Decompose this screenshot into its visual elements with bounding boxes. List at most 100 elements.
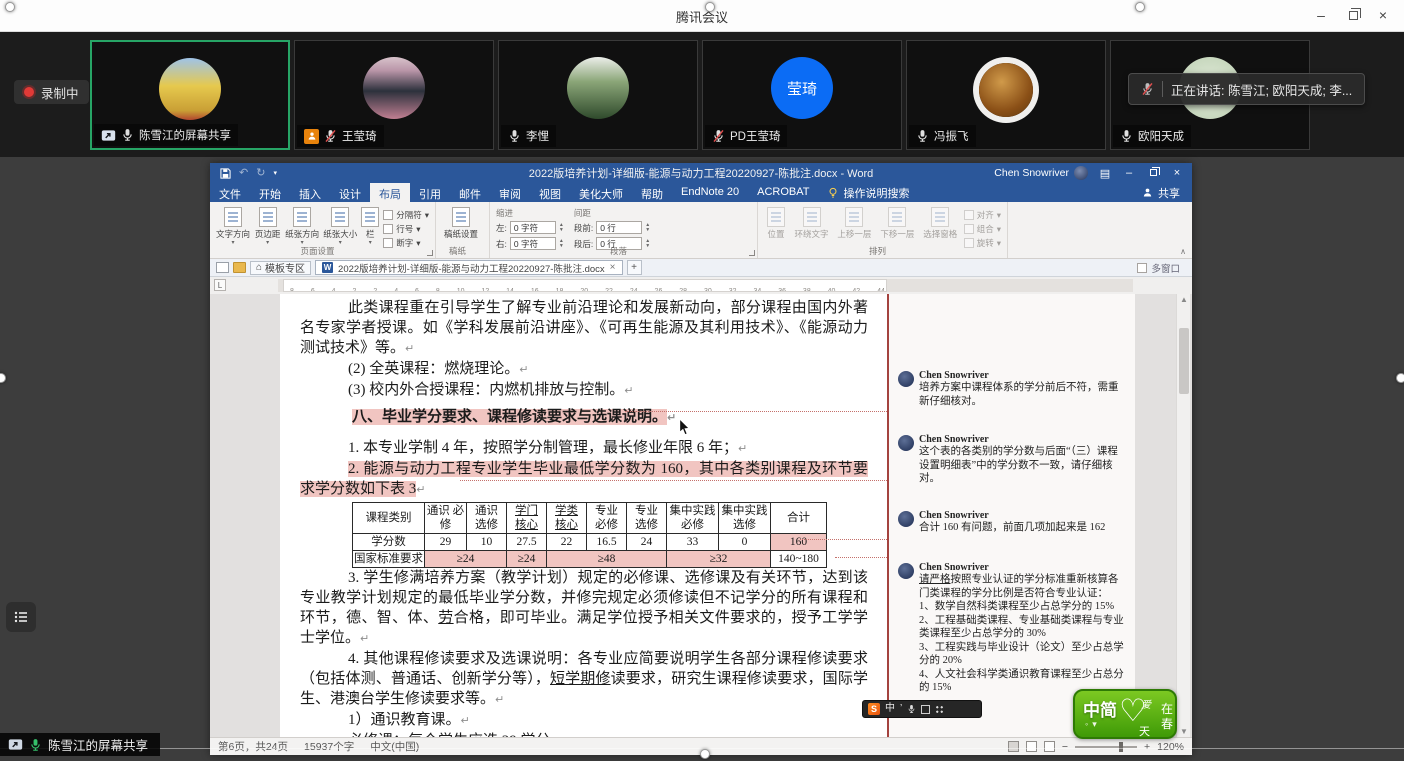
tab-beautify[interactable]: 美化大师 xyxy=(570,183,632,202)
watermark-char: 爱 xyxy=(1141,696,1151,711)
wrap-text-button[interactable]: 环绕文字 xyxy=(792,205,831,246)
tab-help[interactable]: 帮助 xyxy=(632,183,672,202)
dialog-launcher-icon[interactable] xyxy=(427,250,433,256)
group-button[interactable]: 组合▾ xyxy=(964,223,1001,235)
collapse-ribbon-icon[interactable]: ∧ xyxy=(1180,247,1186,256)
participant-tile[interactable]: 冯振飞 xyxy=(906,40,1106,150)
send-backward-button[interactable]: 下移一层 xyxy=(878,205,917,246)
comment[interactable]: Chen Snowriver 培养方案中课程体系的学分前后不符，需重新仔细核对。 xyxy=(898,370,1124,408)
ime-menu-icon[interactable] xyxy=(935,705,944,714)
ime-toolbar[interactable]: S 中 ’ xyxy=(862,700,982,718)
web-layout-icon[interactable] xyxy=(1044,741,1055,752)
tab-selector[interactable]: L xyxy=(214,279,226,291)
new-document-icon[interactable] xyxy=(216,262,229,273)
multi-window-toggle[interactable]: 多窗口 xyxy=(1137,261,1186,275)
line-numbers-button[interactable]: 行号▾ xyxy=(383,223,429,235)
participant-tile-screen-share[interactable]: 陈雪江的屏幕共享 xyxy=(90,40,290,150)
close-button[interactable]: × xyxy=(1374,8,1392,24)
paper-size-button[interactable]: 纸张大小▾ xyxy=(323,205,357,246)
redo-icon[interactable]: ↻ xyxy=(256,168,265,179)
word-close-button[interactable]: × xyxy=(1170,167,1184,179)
undo-icon[interactable]: ↶ xyxy=(239,168,248,179)
ribbon-display-options-icon[interactable]: ▤ xyxy=(1098,167,1112,180)
zoom-in-icon[interactable]: + xyxy=(1144,741,1150,753)
tab-acrobat[interactable]: ACROBAT xyxy=(748,183,818,202)
ruler-page-area[interactable]: 8 6 4 2 2 4 6 8 10 12 14 16 18 20 22 24 … xyxy=(283,279,887,292)
tab-design[interactable]: 设计 xyxy=(330,183,370,202)
tab-mailings[interactable]: 邮件 xyxy=(450,183,490,202)
spinner-icon[interactable]: ▲▼ xyxy=(559,223,564,232)
spacing-before-input[interactable]: 0 行 xyxy=(596,221,642,234)
comment[interactable]: Chen Snowriver 请严格按照专业认证的学分标准重新核算各门类课程的学… xyxy=(898,562,1124,695)
minimize-button[interactable]: – xyxy=(1312,8,1330,24)
region-handle[interactable] xyxy=(700,749,710,759)
page-indicator[interactable]: 第6页，共24页 xyxy=(218,739,288,754)
save-icon[interactable] xyxy=(220,168,231,179)
participant-tile[interactable]: 王莹琦 xyxy=(294,40,494,150)
new-tab-button[interactable]: + xyxy=(627,260,642,275)
scrollbar-thumb[interactable] xyxy=(1179,328,1189,394)
region-handle[interactable] xyxy=(1396,373,1404,383)
sogou-logo-icon[interactable]: S xyxy=(868,703,880,715)
ime-mic-icon[interactable] xyxy=(907,704,916,714)
ime-punctuation[interactable]: ’ xyxy=(900,704,902,714)
word-restore-button[interactable] xyxy=(1146,167,1160,179)
meeting-panel-button[interactable] xyxy=(6,602,36,632)
orientation-button[interactable]: 纸张方向▾ xyxy=(285,205,319,246)
comment[interactable]: Chen Snowriver 这个表的各类别的学分数与后面“（三）课程设置明细表… xyxy=(898,434,1124,486)
restore-button[interactable] xyxy=(1344,8,1362,24)
print-layout-icon[interactable] xyxy=(1026,741,1037,752)
tab-layout[interactable]: 布局 xyxy=(370,183,410,202)
vertical-scrollbar[interactable]: ▲ ▼ xyxy=(1176,294,1190,737)
tab-file[interactable]: 文件 xyxy=(210,183,250,202)
columns-button[interactable]: 栏▾ xyxy=(361,205,379,246)
qat-customize-icon[interactable]: ▾ xyxy=(273,168,277,179)
word-count[interactable]: 15937个字 xyxy=(304,739,354,754)
cell-total-highlighted: 160 xyxy=(771,534,827,551)
scroll-up-icon[interactable]: ▲ xyxy=(1177,295,1191,304)
ime-window-icon[interactable] xyxy=(921,705,930,714)
comment[interactable]: Chen Snowriver 合计 160 有问题，前面几项加起来是 162 xyxy=(898,510,1124,535)
tab-review[interactable]: 审阅 xyxy=(490,183,530,202)
account[interactable]: Chen Snowriver xyxy=(994,166,1088,180)
template-zone-button[interactable]: ⌂模板专区 xyxy=(250,261,311,275)
indent-left-input[interactable]: 0 字符 xyxy=(510,221,556,234)
word-minimize-button[interactable]: – xyxy=(1122,167,1136,179)
margins-button[interactable]: 页边距▾ xyxy=(254,205,281,246)
scroll-down-icon[interactable]: ▼ xyxy=(1177,727,1191,736)
zoom-out-icon[interactable]: − xyxy=(1062,741,1068,753)
dialog-launcher-icon[interactable] xyxy=(749,250,755,256)
document-page[interactable]: 此类课程重在引导学生了解专业前沿理论和发展新动向，部分课程由国内外著名专家学者授… xyxy=(280,294,888,737)
language-indicator[interactable]: 中文(中国) xyxy=(370,739,419,754)
region-handle[interactable] xyxy=(705,2,715,12)
read-mode-icon[interactable] xyxy=(1008,741,1019,752)
grid-paper-button[interactable]: 稿纸设置 xyxy=(442,205,480,246)
region-handle[interactable] xyxy=(1135,2,1145,12)
position-button[interactable]: 位置 xyxy=(764,205,788,246)
participant-tile[interactable]: 李悝 xyxy=(498,40,698,150)
text-direction-button[interactable]: 文字方向▾ xyxy=(216,205,250,246)
comment-connector xyxy=(625,411,887,412)
document-tab[interactable]: W 2022版培养计划-详细版-能源与动力工程20220927-陈批注.docx… xyxy=(315,260,622,275)
align-button[interactable]: 对齐▾ xyxy=(964,209,1001,221)
spinner-icon[interactable]: ▲▼ xyxy=(645,223,650,232)
bring-forward-button[interactable]: 上移一层 xyxy=(835,205,874,246)
zoom-level[interactable]: 120% xyxy=(1157,741,1184,753)
share-button[interactable]: 共享 xyxy=(1130,183,1192,202)
tab-references[interactable]: 引用 xyxy=(410,183,450,202)
comment-list-item: 2、工程基础类课程、专业基础类课程与专业类课程至少占总学分的 30% xyxy=(919,614,1124,641)
participant-tile[interactable]: 莹琦 PD王莹琦 xyxy=(702,40,902,150)
open-folder-icon[interactable] xyxy=(233,262,246,273)
tab-view[interactable]: 视图 xyxy=(530,183,570,202)
breaks-button[interactable]: 分隔符▾ xyxy=(383,209,429,221)
participant-label: PD王莹琦 xyxy=(705,125,787,147)
zoom-slider-thumb[interactable] xyxy=(1119,742,1123,752)
tab-endnote[interactable]: EndNote 20 xyxy=(672,183,748,202)
ime-mode[interactable]: 中 xyxy=(885,704,895,714)
close-tab-icon[interactable]: × xyxy=(610,262,616,273)
selection-pane-button[interactable]: 选择窗格 xyxy=(921,205,960,246)
tab-insert[interactable]: 插入 xyxy=(290,183,330,202)
tab-home[interactable]: 开始 xyxy=(250,183,290,202)
region-handle[interactable] xyxy=(5,2,15,12)
tell-me-search[interactable]: 操作说明搜索 xyxy=(818,183,919,202)
